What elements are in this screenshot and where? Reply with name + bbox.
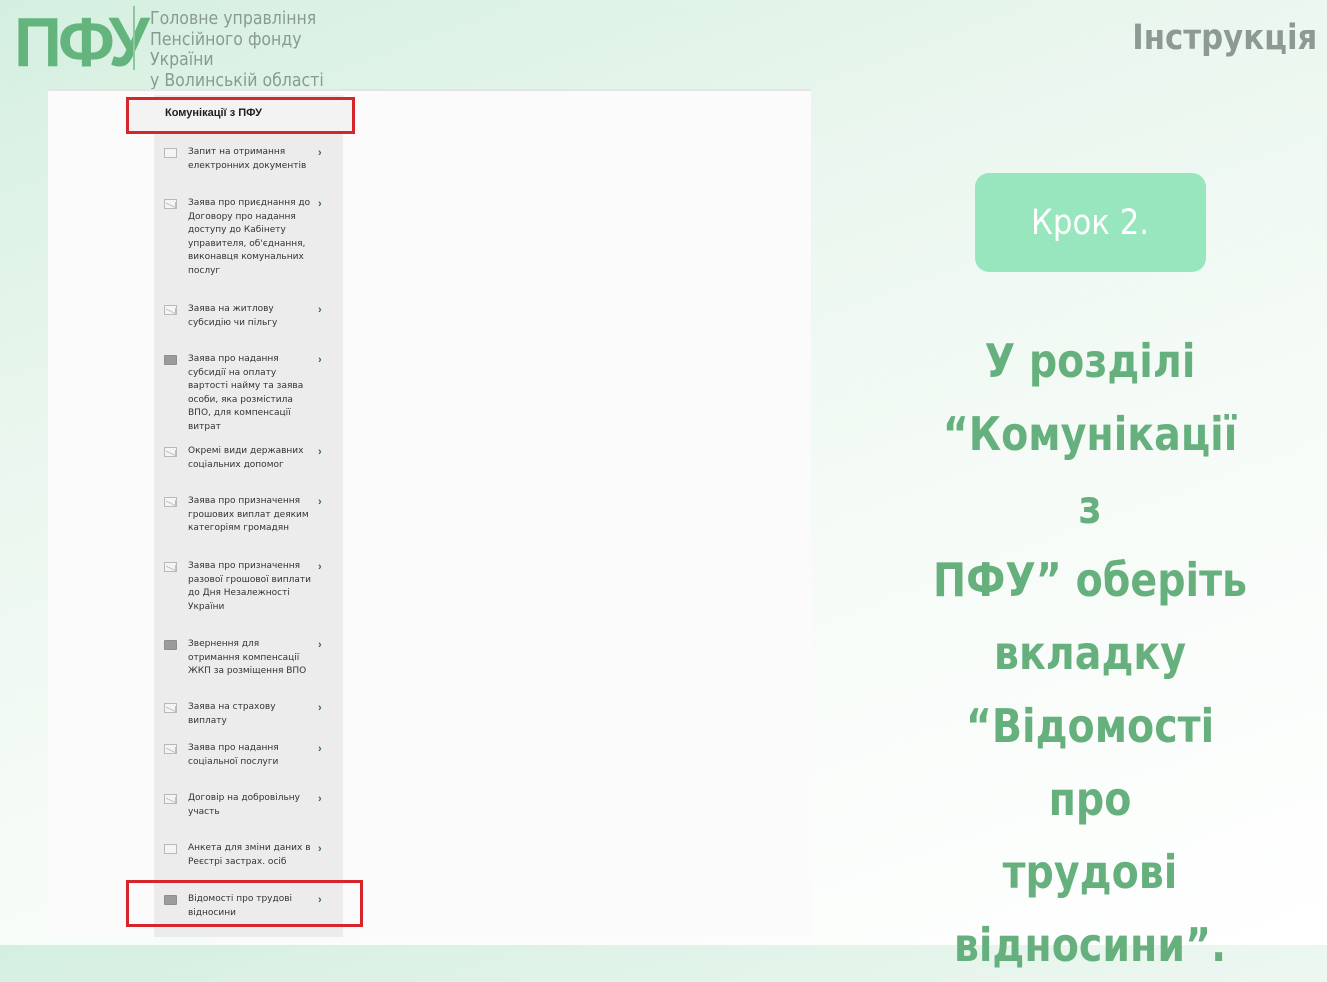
instruction-line: ПФУ” оберіть xyxy=(932,553,1248,607)
chevron-right-icon: › xyxy=(318,639,322,651)
instruction-line: У розділі xyxy=(984,334,1196,388)
menu-item-label: Заява про надання субсидії на оплату вар… xyxy=(188,354,304,432)
chevron-right-icon: › xyxy=(318,843,322,855)
instruction-title: Інструкція xyxy=(1131,18,1317,58)
instruction-text: У розділі “Комунікації з ПФУ” оберіть вк… xyxy=(931,325,1249,982)
folder-icon xyxy=(164,640,177,650)
envelope-icon xyxy=(164,305,177,315)
logo-mark: ПФУ xyxy=(14,3,150,81)
envelope-icon xyxy=(164,447,177,457)
cabinet-screenshot: Комунікації з ПФУ Запит на отримання еле… xyxy=(48,89,811,937)
document-icon xyxy=(164,844,177,854)
instruction-line: “Відомості про xyxy=(965,699,1215,826)
menu-item-label: Окремі види державних соціальних допомог xyxy=(188,446,304,470)
chevron-right-icon: › xyxy=(318,561,322,573)
logo-line-2: Пенсійного фонду України xyxy=(150,29,302,71)
logo-line-1: Головне управління xyxy=(150,9,317,29)
menu-item-label: Заява про приєднання до Договору про над… xyxy=(188,198,311,276)
instruction-line: трудові xyxy=(1002,845,1178,899)
menu-item-label: Заява про надання соціальної послуги xyxy=(188,743,279,767)
logo-line-3: у Волинській області xyxy=(150,70,324,91)
logo-divider xyxy=(133,6,135,70)
envelope-icon xyxy=(164,199,177,209)
menu-item-label: Заява на житлову субсидію чи пільгу xyxy=(188,304,278,328)
menu-item-label: Запит на отримання електронних документі… xyxy=(188,147,307,171)
envelope-icon xyxy=(164,744,177,754)
logo-text: Головне управління Пенсійного фонду Укра… xyxy=(150,9,366,91)
instruction-line: вкладку xyxy=(993,626,1187,680)
chevron-right-icon: › xyxy=(318,147,322,159)
chevron-right-icon: › xyxy=(318,304,322,316)
chevron-right-icon: › xyxy=(318,743,322,755)
chevron-right-icon: › xyxy=(318,446,322,458)
highlight-box-header xyxy=(126,97,355,134)
chevron-right-icon: › xyxy=(318,702,322,714)
folder-icon xyxy=(164,355,177,365)
menu-item-label: Договір на добровільну участь xyxy=(188,793,300,817)
envelope-icon xyxy=(164,703,177,713)
envelope-icon xyxy=(164,794,177,804)
menu-item-label: Заява про призначення грошових виплат де… xyxy=(188,496,309,534)
envelope-icon xyxy=(164,497,177,507)
menu-item-label: Заява про призначення разової грошової в… xyxy=(188,561,311,612)
menu-item-label: Анкета для зміни даних в Реєстрі застрах… xyxy=(188,843,311,867)
document-icon xyxy=(164,148,177,158)
chevron-right-icon: › xyxy=(318,198,322,210)
menu-item-label: Звернення для отримання компенсації ЖКП … xyxy=(188,639,307,677)
instruction-line: “Комунікації з xyxy=(942,407,1238,534)
menu-item-label: Заява на страхову виплату xyxy=(188,702,276,726)
step-badge: Крок 2. xyxy=(975,173,1206,272)
step-badge-label: Крок 2. xyxy=(1031,202,1150,243)
highlight-box-target-item xyxy=(126,880,363,927)
chevron-right-icon: › xyxy=(318,354,322,366)
instruction-line: відносини”. xyxy=(953,918,1227,972)
envelope-icon xyxy=(164,562,177,572)
chevron-right-icon: › xyxy=(318,496,322,508)
chevron-right-icon: › xyxy=(318,793,322,805)
